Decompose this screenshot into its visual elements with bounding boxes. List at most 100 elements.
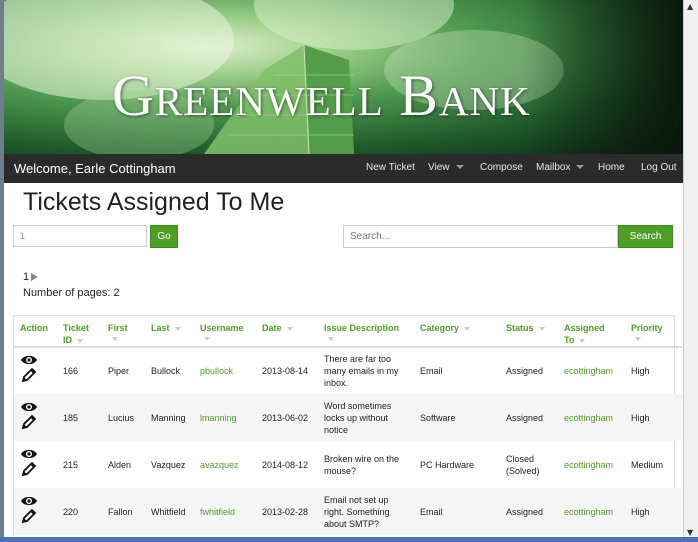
issue-line: mouse?	[324, 465, 357, 476]
username-cell: avazquez	[194, 441, 256, 488]
header-label: To	[564, 335, 575, 345]
action-cell	[14, 347, 57, 394]
action-cell	[14, 394, 57, 441]
nav-home[interactable]: Home	[598, 162, 625, 173]
col-username[interactable]: Username	[194, 316, 256, 348]
pencil-icon[interactable]	[20, 507, 40, 525]
username-link[interactable]: fwhitfield	[200, 507, 235, 517]
header-label: Date	[262, 323, 282, 333]
col-assigned[interactable]: Assigned To	[558, 316, 625, 348]
page-number-input[interactable]	[13, 225, 147, 247]
username-link[interactable]: pbullock	[200, 366, 233, 376]
col-status[interactable]: Status	[500, 316, 558, 348]
table-row: 166 Piper Bullock pbullock 2013-08-14 There a…	[14, 347, 683, 394]
status: Assigned	[500, 347, 558, 394]
issue-line: about SMTP?	[324, 518, 380, 529]
browser-window: Greenwell Bank Welcome, Earle Cottingham…	[4, 0, 684, 537]
pencil-icon[interactable]	[20, 413, 40, 431]
header-label: Issue Description	[324, 323, 400, 333]
category: Software	[420, 412, 456, 423]
ticket-id: 220	[63, 506, 79, 517]
issue-line: Email not set up	[324, 494, 389, 505]
issue-description: Word sometimes locks up without notice	[318, 394, 414, 441]
sort-icon	[174, 326, 181, 331]
assigned-link[interactable]: ecottingham	[564, 413, 613, 423]
assigned-link[interactable]: ecottingham	[564, 366, 613, 376]
nav-compose[interactable]: Compose	[480, 162, 523, 173]
username-link[interactable]: lmanning	[200, 413, 237, 423]
header-label: Assigned	[564, 323, 605, 333]
assigned-cell: ecottingham	[558, 347, 625, 394]
issue-line: Word sometimes	[324, 400, 392, 411]
status-line: Assigned	[506, 506, 544, 517]
header-label: ID	[63, 335, 72, 345]
username-cell: fwhitfield	[194, 488, 256, 535]
sort-icon	[286, 326, 293, 331]
username-cell: lmanning	[194, 394, 256, 441]
table-row: 215 Alden Vazquez avazquez 2014-08-12 Broken …	[14, 441, 683, 488]
welcome-text: Welcome, Earle Cottingham	[14, 161, 176, 176]
col-date[interactable]: Date	[256, 316, 318, 348]
assigned-link[interactable]: ecottingham	[564, 460, 613, 470]
col-first[interactable]: First	[102, 316, 145, 348]
pagination: 1	[23, 271, 39, 283]
pencil-icon[interactable]	[20, 460, 40, 478]
brand-title: Greenwell Bank	[112, 63, 531, 128]
current-page: 1	[23, 271, 30, 283]
priority: High	[631, 366, 650, 376]
sort-icon	[579, 338, 586, 343]
eye-icon[interactable]	[20, 401, 40, 413]
status-line: Closed	[506, 453, 535, 464]
col-ticket-id[interactable]: Ticket ID	[57, 316, 102, 348]
sort-icon	[77, 338, 83, 343]
ticket-id: 166	[63, 366, 79, 376]
ticket-id: 185	[63, 412, 79, 423]
priority: High	[631, 412, 650, 423]
nav-mailbox[interactable]: Mailbox	[536, 162, 585, 173]
col-issue[interactable]: Issue Description	[318, 316, 414, 348]
issue-line: locks up without	[324, 412, 389, 423]
assigned-cell: ecottingham	[558, 441, 625, 488]
search-button[interactable]: Search	[618, 225, 673, 248]
sort-icon	[538, 326, 545, 331]
username-link[interactable]: avazquez	[200, 460, 239, 470]
priority: High	[631, 506, 650, 517]
last-name: Manning	[151, 412, 186, 423]
sort-icon	[204, 337, 210, 341]
issue-line: There are far too	[324, 354, 392, 364]
search-input[interactable]	[343, 225, 618, 248]
priority: Medium	[631, 459, 664, 470]
assigned-cell: ecottingham	[558, 488, 625, 535]
scroll-up-icon[interactable]: ▲	[687, 2, 693, 11]
next-page-icon[interactable]	[31, 273, 39, 282]
go-button[interactable]: Go	[150, 225, 178, 248]
nav-new-ticket[interactable]: New Ticket	[366, 162, 415, 173]
ticket-id: 215	[63, 459, 79, 470]
pencil-icon[interactable]	[20, 366, 40, 384]
assigned-link[interactable]: ecottingham	[564, 507, 613, 517]
header-label: Status	[506, 323, 534, 333]
eye-icon[interactable]	[20, 448, 40, 460]
username-cell: pbullock	[194, 347, 256, 394]
last-name: Vazquez	[151, 459, 186, 470]
action-cell	[14, 488, 57, 535]
nav-view[interactable]: View	[428, 162, 464, 173]
nav-log-out[interactable]: Log Out	[641, 162, 677, 173]
assigned-cell: ecottingham	[558, 394, 625, 441]
header-label: Last	[151, 323, 170, 333]
header-label: Category	[420, 323, 460, 333]
col-category[interactable]: Category	[414, 316, 500, 348]
issue-line: many emails in my	[324, 366, 399, 376]
col-priority[interactable]: Priority	[625, 316, 683, 348]
scrollbar[interactable]: ▲ ▼	[683, 0, 698, 542]
scroll-down-icon[interactable]: ▼	[687, 528, 693, 537]
eye-icon[interactable]	[20, 495, 40, 507]
issue-line: notice	[324, 424, 349, 435]
status: Assigned	[500, 394, 558, 441]
date: 2014-08-12	[262, 459, 309, 470]
first-name: Fallon	[108, 506, 133, 517]
header-label: Action	[20, 323, 48, 333]
eye-icon[interactable]	[20, 354, 40, 366]
col-last[interactable]: Last	[145, 316, 194, 348]
table-row: 185 Lucius Manning lmanning 2013-06-02 Word s…	[14, 394, 683, 441]
